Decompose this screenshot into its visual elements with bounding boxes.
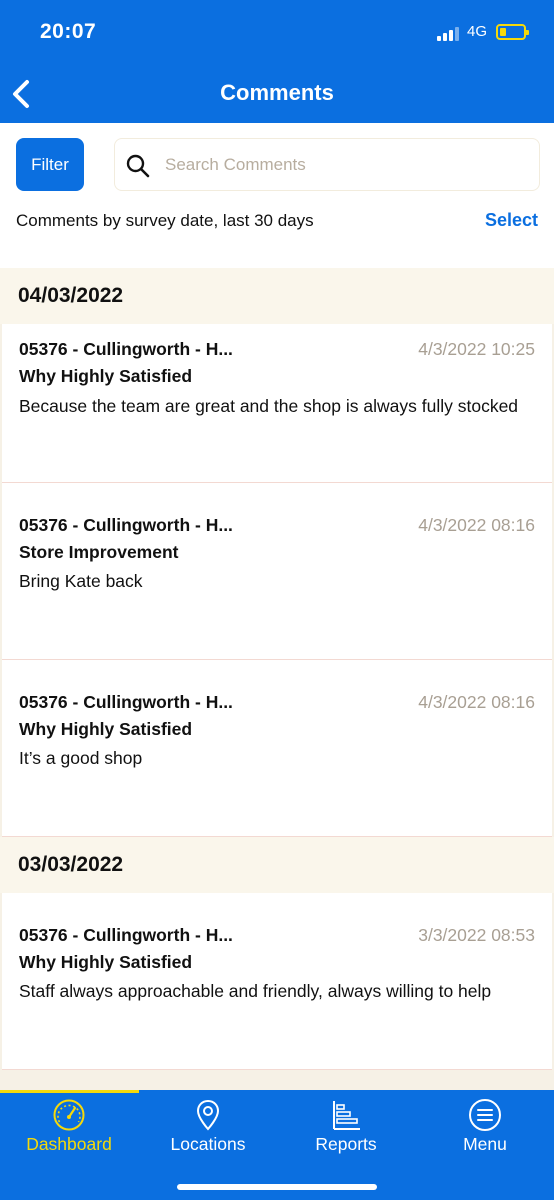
comment-card[interactable]: 05376 - Cullingworth - H... 3/3/2022 08:… <box>2 893 552 1070</box>
comment-timestamp: 4/3/2022 10:25 <box>418 339 535 359</box>
comment-store: 05376 - Cullingworth - H... <box>19 925 233 945</box>
comment-text: Bring Kate back <box>19 571 143 591</box>
comments-period-label: Comments by survey date, last 30 days <box>16 211 314 230</box>
comment-question: Why Highly Satisfied <box>19 366 193 386</box>
date-group-header: 04/03/2022 <box>0 268 554 324</box>
select-button[interactable]: Select <box>485 210 538 231</box>
filter-button[interactable]: Filter <box>16 138 84 191</box>
comment-card[interactable]: 05376 - Cullingworth - H... 4/3/2022 08:… <box>2 483 552 660</box>
tab-dashboard[interactable]: Dashboard <box>0 1090 138 1162</box>
comment-timestamp: 3/3/2022 08:53 <box>418 925 535 945</box>
tab-label: Menu <box>463 1134 507 1154</box>
app-header: 20:07 4G Comments <box>0 0 554 123</box>
comment-text: Staff always approachable and friendly, … <box>19 981 492 1001</box>
comment-timestamp: 4/3/2022 08:16 <box>418 692 535 712</box>
signal-strength-icon <box>437 27 459 41</box>
search-field[interactable] <box>114 138 540 191</box>
comment-question: Store Improvement <box>19 542 179 562</box>
status-bar: 20:07 4G <box>0 0 554 66</box>
comment-card[interactable]: 05376 - Cullingworth - H... 4/3/2022 10:… <box>2 324 552 483</box>
comment-question: Why Highly Satisfied <box>19 719 193 739</box>
bottom-tab-bar: Dashboard Locations Reports Menu <box>0 1090 554 1200</box>
comment-store: 05376 - Cullingworth - H... <box>19 339 233 359</box>
tab-label: Dashboard <box>26 1134 112 1154</box>
comment-text: It’s a good shop <box>19 748 143 768</box>
comment-text: Because the team are great and the shop … <box>19 396 519 416</box>
date-group-header: 03/03/2022 <box>0 837 554 893</box>
tab-reports[interactable]: Reports <box>277 1090 415 1162</box>
comments-list[interactable]: 04/03/2022 05376 - Cullingworth - H... 4… <box>0 268 554 1090</box>
tab-locations[interactable]: Locations <box>139 1090 277 1162</box>
battery-icon <box>496 24 529 40</box>
tab-label: Locations <box>170 1134 246 1154</box>
location-pin-icon <box>196 1099 220 1131</box>
page-title: Comments <box>220 80 334 105</box>
comment-card[interactable]: 05376 - Cullingworth - H... 4/3/2022 08:… <box>2 660 552 837</box>
menu-icon <box>469 1099 501 1131</box>
tab-label: Reports <box>315 1134 377 1154</box>
comment-question: Why Highly Satisfied <box>19 952 193 972</box>
home-indicator[interactable] <box>177 1184 377 1190</box>
comment-store: 05376 - Cullingworth - H... <box>19 692 233 712</box>
network-type: 4G <box>467 23 488 40</box>
bar-chart-icon <box>333 1101 360 1130</box>
status-time: 20:07 <box>40 20 97 43</box>
comment-timestamp: 4/3/2022 08:16 <box>418 515 535 535</box>
search-input[interactable] <box>165 149 525 181</box>
comment-store: 05376 - Cullingworth - H... <box>19 515 233 535</box>
tab-menu[interactable]: Menu <box>416 1090 554 1162</box>
dashboard-gauge-icon <box>53 1099 85 1131</box>
search-icon <box>126 154 150 178</box>
